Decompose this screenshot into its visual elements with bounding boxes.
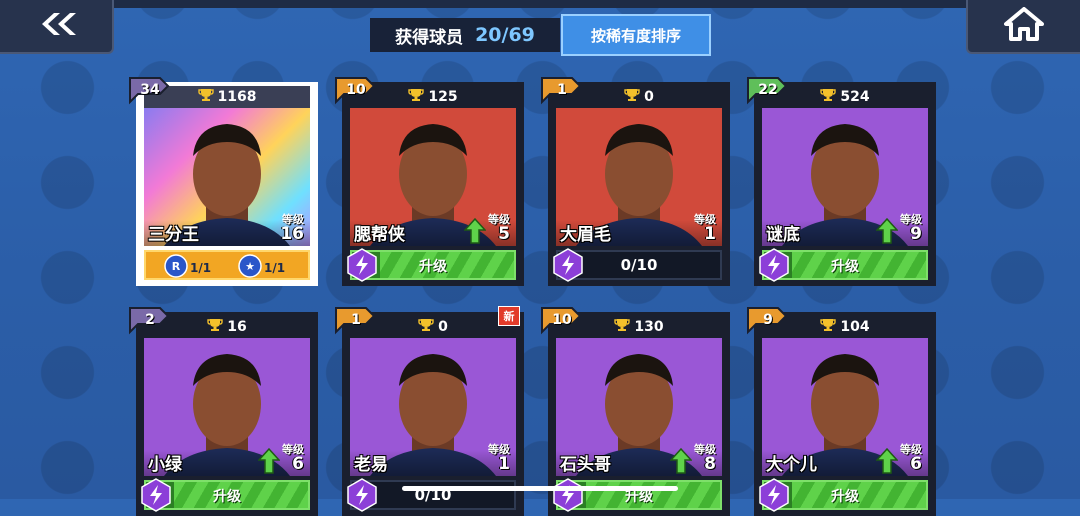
gem-icon <box>552 478 584 512</box>
home-indicator <box>402 486 678 491</box>
card-progress: 0/10 <box>553 248 722 282</box>
level-value: 1 <box>498 454 510 474</box>
level-value: 5 <box>498 224 510 244</box>
player-name: 大眉毛 <box>560 225 611 245</box>
trophy-icon <box>197 88 214 106</box>
top-bar <box>0 0 1080 8</box>
gem-icon <box>552 248 584 282</box>
level-value: 9 <box>910 224 922 244</box>
trophy-icon <box>820 88 837 106</box>
upgrade-arrow-icon <box>669 447 693 474</box>
back-button[interactable] <box>0 0 114 54</box>
upgrade-arrow-icon <box>463 217 487 244</box>
player-name: 谜底 <box>766 225 800 245</box>
skill-item[interactable]: ★ 1/1 <box>238 254 285 281</box>
new-tag: 新 <box>498 306 520 326</box>
rank-number: 2 <box>145 312 155 328</box>
trophy-icon <box>408 88 425 106</box>
upgrade-button[interactable]: 升级 <box>759 478 928 512</box>
level-value: 8 <box>704 454 716 474</box>
player-name: 老易 <box>354 455 388 475</box>
level-value: 6 <box>292 454 304 474</box>
level-value: 6 <box>910 454 922 474</box>
home-icon <box>1004 7 1044 45</box>
rank-number: 9 <box>763 312 773 328</box>
upgrade-button[interactable]: 升级 <box>759 248 928 282</box>
player-card[interactable]: 524 谜底 等级 9 22 升级 <box>747 77 936 286</box>
upgrade-button[interactable]: 升级 <box>553 478 722 512</box>
player-name: 大个儿 <box>766 455 817 475</box>
sort-by-rarity-button[interactable]: 按稀有度排序 <box>561 14 711 56</box>
player-card[interactable]: 125 腮帮侠 等级 5 10 升级 <box>335 77 524 286</box>
card-progress: 0/10 <box>347 478 516 512</box>
trophy-value: 16 <box>227 319 247 335</box>
trophy-icon <box>820 318 837 336</box>
trophy-value: 524 <box>840 89 870 105</box>
crown-icon: ★ <box>238 254 262 281</box>
double-chevron-left-icon <box>34 10 78 42</box>
player-card[interactable]: 16 小绿 等级 6 2 升级 <box>129 307 318 516</box>
trophy-icon <box>207 318 223 336</box>
svg-text:★: ★ <box>245 260 255 273</box>
upgrade-arrow-icon <box>875 447 899 474</box>
level-value: 1 <box>704 224 716 244</box>
svg-text:R: R <box>172 260 181 273</box>
skill-value: 1/1 <box>190 260 212 275</box>
player-name: 腮帮侠 <box>354 225 405 245</box>
rank-number: 10 <box>552 312 572 328</box>
collected-value: 20/69 <box>475 24 535 46</box>
gem-icon <box>758 478 790 512</box>
level-value: 16 <box>280 224 304 244</box>
gem-icon <box>758 248 790 282</box>
player-name: 石头哥 <box>560 455 611 475</box>
skill-item[interactable]: R 1/1 <box>164 254 211 281</box>
player-name: 三分王 <box>148 225 199 245</box>
rank-number: 22 <box>758 82 778 98</box>
rank-number: 1 <box>351 312 361 328</box>
trophy-icon <box>624 88 640 106</box>
gem-icon <box>140 478 172 512</box>
trophy-value: 1168 <box>217 89 257 105</box>
trophy-value: 104 <box>840 319 870 335</box>
home-button[interactable] <box>966 0 1080 54</box>
rank-number: 34 <box>140 82 160 98</box>
skill-bar: R 1/1 ★ 1/1 <box>144 250 310 280</box>
trophy-value: 0 <box>644 89 654 105</box>
upgrade-button[interactable]: 升级 <box>141 478 310 512</box>
player-card[interactable]: 0 大眉毛 等级 1 1 0/10 <box>541 77 730 286</box>
skill-value: 1/1 <box>264 260 286 275</box>
trophy-icon <box>614 318 631 336</box>
trophy-value: 0 <box>438 319 448 335</box>
trophy-value: 130 <box>634 319 664 335</box>
trophy-icon <box>418 318 434 336</box>
gem-icon <box>346 248 378 282</box>
trophy-value: 125 <box>428 89 458 105</box>
skill-r-icon: R <box>164 254 188 281</box>
collected-counter: 获得球员 20/69 <box>370 18 560 52</box>
player-card[interactable]: 104 大个儿 等级 6 9 升级 <box>747 307 936 516</box>
collected-label: 获得球员 <box>395 27 464 48</box>
player-card[interactable]: 1168 三分王 等级 16 34 R 1/1 ★ 1/1 <box>129 77 318 286</box>
player-name: 小绿 <box>148 455 182 475</box>
upgrade-arrow-icon <box>875 217 899 244</box>
rank-number: 10 <box>346 82 366 98</box>
upgrade-arrow-icon <box>257 447 281 474</box>
rank-number: 1 <box>557 82 567 98</box>
upgrade-button[interactable]: 升级 <box>347 248 516 282</box>
gem-icon <box>346 478 378 512</box>
